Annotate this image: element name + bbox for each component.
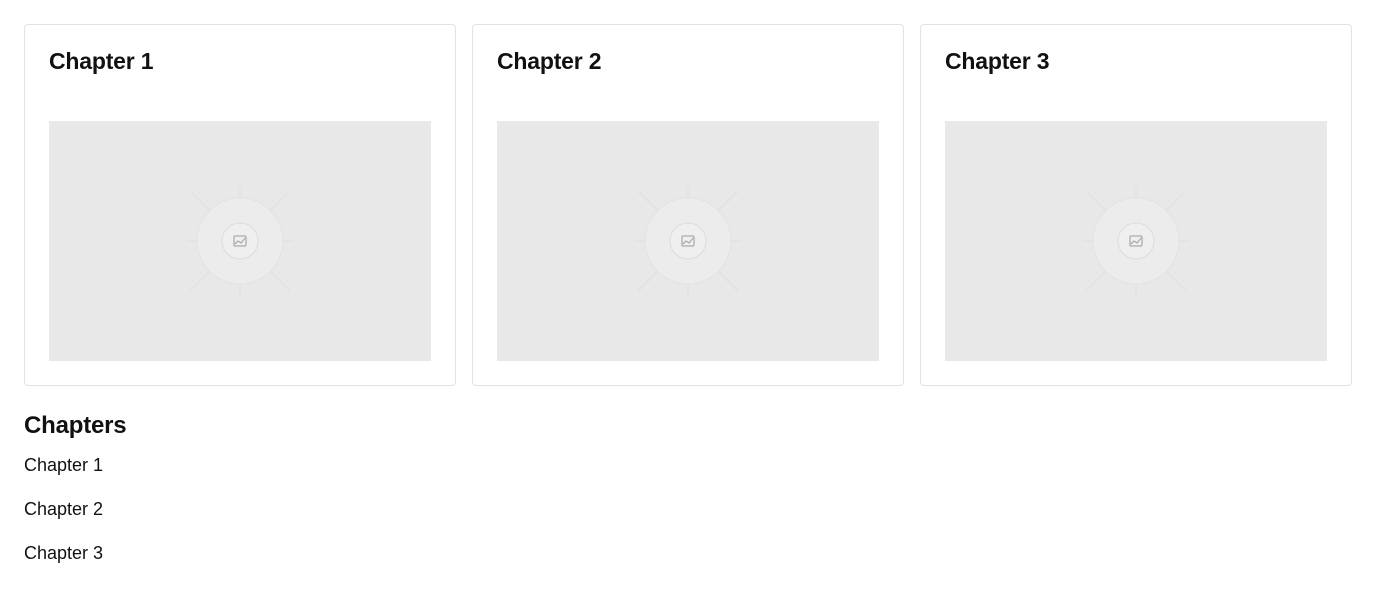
chapter-card[interactable]: Chapter 3: [920, 24, 1352, 386]
image-placeholder: [49, 121, 431, 361]
image-placeholder-icon: [634, 187, 742, 295]
chapter-cards: Chapter 1 Chapter 2 Chapter 3: [24, 24, 1352, 386]
chapters-heading: Chapters: [24, 412, 127, 439]
image-placeholder-icon: [1082, 187, 1190, 295]
chapter-list-item[interactable]: Chapter 2: [24, 498, 1352, 520]
image-placeholder: [497, 121, 879, 361]
card-title: Chapter 2: [497, 48, 602, 74]
chapter-card[interactable]: Chapter 1: [24, 24, 456, 386]
card-title: Chapter 3: [945, 48, 1050, 74]
chapter-list: Chapter 1 Chapter 2 Chapter 3: [24, 454, 1352, 564]
card-title: Chapter 1: [49, 48, 154, 74]
page: Chapter 1 Chapter 2 Chapter 3 Chapters C…: [0, 0, 1376, 598]
image-placeholder-icon: [186, 187, 294, 295]
chapter-card[interactable]: Chapter 2: [472, 24, 904, 386]
chapter-list-item[interactable]: Chapter 3: [24, 542, 1352, 564]
chapter-list-item[interactable]: Chapter 1: [24, 454, 1352, 476]
image-placeholder: [945, 121, 1327, 361]
